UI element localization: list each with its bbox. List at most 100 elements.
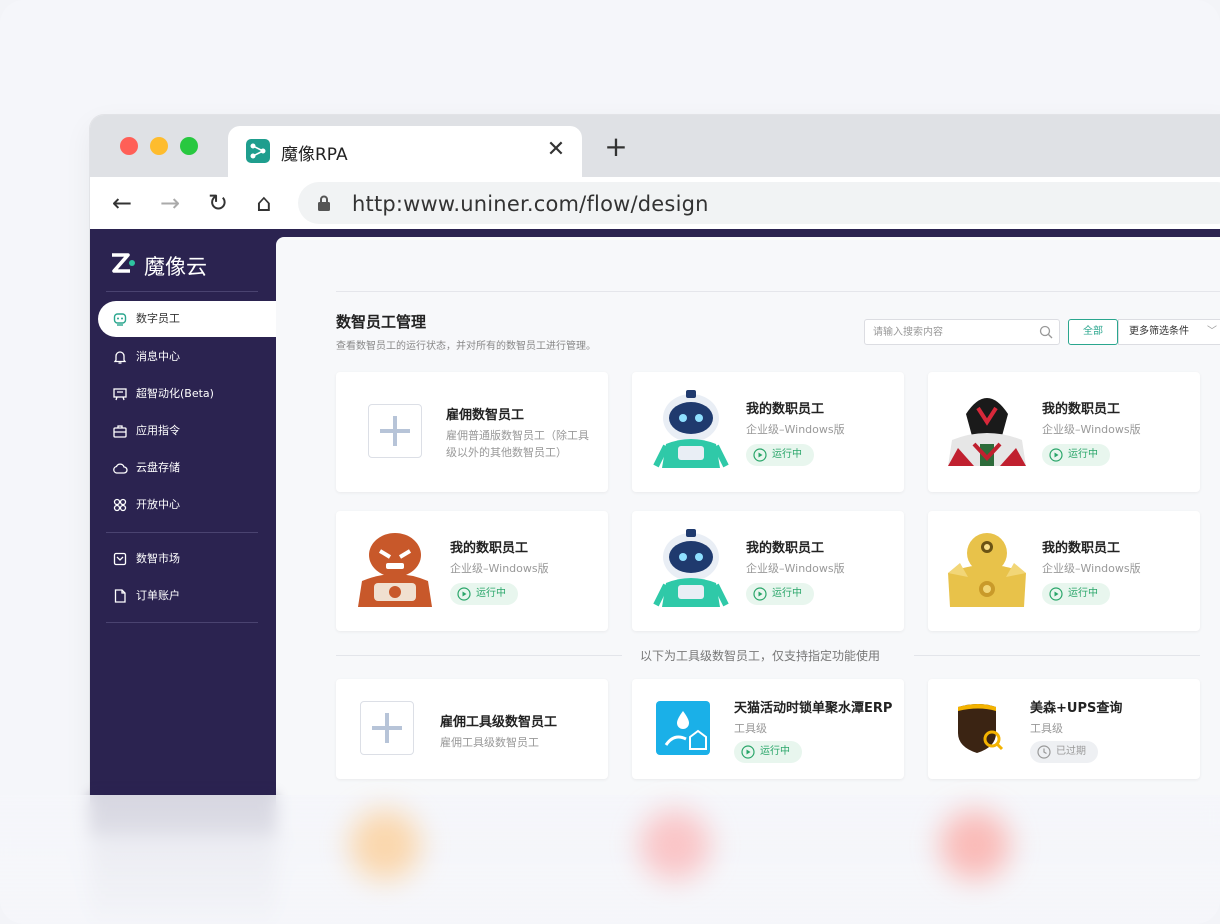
section-divider	[336, 655, 622, 656]
browser-tab[interactable]: 魔像RPA ✕	[228, 126, 582, 177]
page-title: 数智员工管理	[336, 313, 427, 331]
address-bar[interactable]: http:www.uniner.com/flow/design	[298, 182, 1220, 224]
sidebar-item-label: 消息中心	[136, 350, 180, 363]
employee-card[interactable]: 我的数职员工 企业级–Windows版 运行中	[928, 511, 1200, 631]
robot-icon	[113, 313, 127, 326]
market-icon	[113, 552, 127, 566]
add-icon[interactable]	[368, 404, 422, 458]
card-title: 我的数职员工	[450, 541, 529, 556]
card-title: 美森+UPS查询	[1030, 701, 1123, 716]
blurred-blob	[940, 810, 1010, 880]
card-subtitle: 企业级–Windows版	[746, 562, 845, 575]
sidebar-item-automation[interactable]: 超智动化(Beta)	[98, 376, 276, 412]
card-description: 雇佣普通版数智员工（除工具级以外的其他数智员工）	[446, 429, 589, 459]
page-subtitle: 查看数智员工的运行状态，并对所有的数智员工进行管理。	[336, 341, 596, 352]
status-badge: 已过期	[1030, 741, 1098, 763]
sidebar: 魔像云 数字员工 消息中心 超智动化(Beta) 应用指令 云盘存储 开放中心 …	[90, 229, 276, 835]
new-tab-icon[interactable]: +	[602, 133, 630, 161]
filter-all-button[interactable]: 全部	[1068, 319, 1118, 345]
card-subtitle: 企业级–Windows版	[746, 423, 845, 436]
status-text: 已过期	[1056, 746, 1086, 757]
sidebar-divider	[106, 291, 258, 292]
cloud-icon	[113, 463, 128, 474]
orange-robot-avatar-icon	[358, 533, 432, 607]
card-description: 雇佣工具级数智员工	[440, 736, 539, 749]
sidebar-item-messages[interactable]: 消息中心	[98, 339, 276, 375]
back-icon[interactable]: ←	[108, 189, 136, 217]
sidebar-divider	[106, 532, 258, 533]
window-maximize-dot[interactable]	[180, 137, 198, 155]
window-minimize-dot[interactable]	[150, 137, 168, 155]
sidebar-item-cloud-storage[interactable]: 云盘存储	[98, 450, 276, 486]
sidebar-item-app-commands[interactable]: 应用指令	[98, 413, 276, 449]
sidebar-item-label: 数字员工	[136, 312, 180, 325]
more-filters-label: 更多筛选条件	[1129, 326, 1189, 337]
card-title: 我的数职员工	[1042, 541, 1121, 556]
hire-employee-card[interactable]: 雇佣数智员工 雇佣普通版数智员工（除工具级以外的其他数智员工）	[336, 372, 608, 492]
ups-app-icon	[952, 701, 1006, 755]
card-title: 我的数职员工	[1042, 402, 1121, 417]
card-subtitle: 工具级	[1030, 722, 1063, 735]
card-title: 雇佣工具级数智员工	[440, 715, 558, 730]
employee-card[interactable]: 我的数职员工 企业级–Windows版 运行中	[632, 511, 904, 631]
tool-card[interactable]: 天猫活动时锁单聚水潭ERP 工具级 运行中	[632, 679, 904, 779]
blurred-blob	[640, 810, 710, 880]
chevron-down-icon: ﹀	[1207, 326, 1217, 337]
add-icon[interactable]	[360, 701, 414, 755]
card-title: 雇佣数智员工	[446, 408, 525, 423]
clock-icon	[1037, 745, 1051, 759]
open-center-icon	[113, 498, 127, 512]
employee-card[interactable]: 我的数职员工 企业级–Windows版 运行中	[928, 372, 1200, 492]
status-badge: 运行中	[746, 583, 814, 605]
forward-icon[interactable]: →	[156, 189, 184, 217]
status-badge: 运行中	[734, 741, 802, 763]
close-tab-icon[interactable]: ✕	[544, 138, 568, 162]
hire-tool-employee-card[interactable]: 雇佣工具级数智员工 雇佣工具级数智员工	[336, 679, 608, 779]
play-circle-icon	[457, 587, 471, 601]
red-robot-avatar-icon	[948, 398, 1026, 466]
employee-card[interactable]: 我的数职员工 企业级–Windows版 运行中	[632, 372, 904, 492]
status-badge: 运行中	[1042, 583, 1110, 605]
home-icon[interactable]: ⌂	[250, 189, 278, 217]
status-badge: 运行中	[1042, 444, 1110, 466]
card-subtitle: 工具级	[734, 722, 767, 735]
play-circle-icon	[1049, 587, 1063, 601]
blue-robot-avatar-icon	[653, 390, 729, 468]
lock-icon	[318, 195, 330, 211]
gold-robot-avatar-icon	[948, 533, 1026, 607]
browser-toolbar: ← → ↻ ⌂ http:www.uniner.com/flow/design	[90, 177, 1220, 229]
status-text: 运行中	[476, 588, 506, 599]
status-text: 运行中	[772, 449, 802, 460]
reload-icon[interactable]: ↻	[204, 189, 232, 217]
card-title: 我的数职员工	[746, 541, 825, 556]
sidebar-item-label: 云盘存储	[136, 461, 180, 474]
sidebar-item-digital-employee[interactable]: 数字员工	[98, 301, 276, 337]
search-input[interactable]	[865, 320, 1033, 344]
blurred-blob	[350, 810, 420, 880]
section-divider	[914, 655, 1200, 656]
search-box	[864, 319, 1060, 345]
status-text: 运行中	[1068, 449, 1098, 460]
play-circle-icon	[753, 587, 767, 601]
status-text: 运行中	[772, 588, 802, 599]
browser-window: 魔像RPA ✕ + ← → ↻ ⌂ http:www.uniner.com/fl…	[90, 115, 1220, 835]
employee-card[interactable]: 我的数职员工 企业级–Windows版 运行中	[336, 511, 608, 631]
sidebar-item-market[interactable]: 数智市场	[98, 541, 276, 577]
play-circle-icon	[741, 745, 755, 759]
sidebar-item-label: 应用指令	[136, 424, 180, 437]
play-circle-icon	[1049, 448, 1063, 462]
automation-icon	[113, 388, 127, 401]
status-text: 运行中	[1068, 588, 1098, 599]
search-icon[interactable]	[1039, 325, 1053, 339]
tool-section-label: 以下为工具级数智员工，仅支持指定功能使用	[630, 647, 891, 664]
screen-background: 魔像RPA ✕ + ← → ↻ ⌂ http:www.uniner.com/fl…	[0, 0, 1220, 924]
tool-card[interactable]: 美森+UPS查询 工具级 已过期	[928, 679, 1200, 779]
sidebar-divider	[106, 622, 258, 623]
more-filters-dropdown[interactable]: 更多筛选条件 ﹀	[1118, 319, 1220, 345]
sidebar-item-label: 开放中心	[136, 498, 180, 511]
bottom-fade-overlay	[0, 795, 1220, 924]
sidebar-item-orders[interactable]: 订单账户	[98, 578, 276, 614]
sidebar-item-open-center[interactable]: 开放中心	[98, 487, 276, 523]
window-close-dot[interactable]	[120, 137, 138, 155]
card-title: 我的数职员工	[746, 402, 825, 417]
